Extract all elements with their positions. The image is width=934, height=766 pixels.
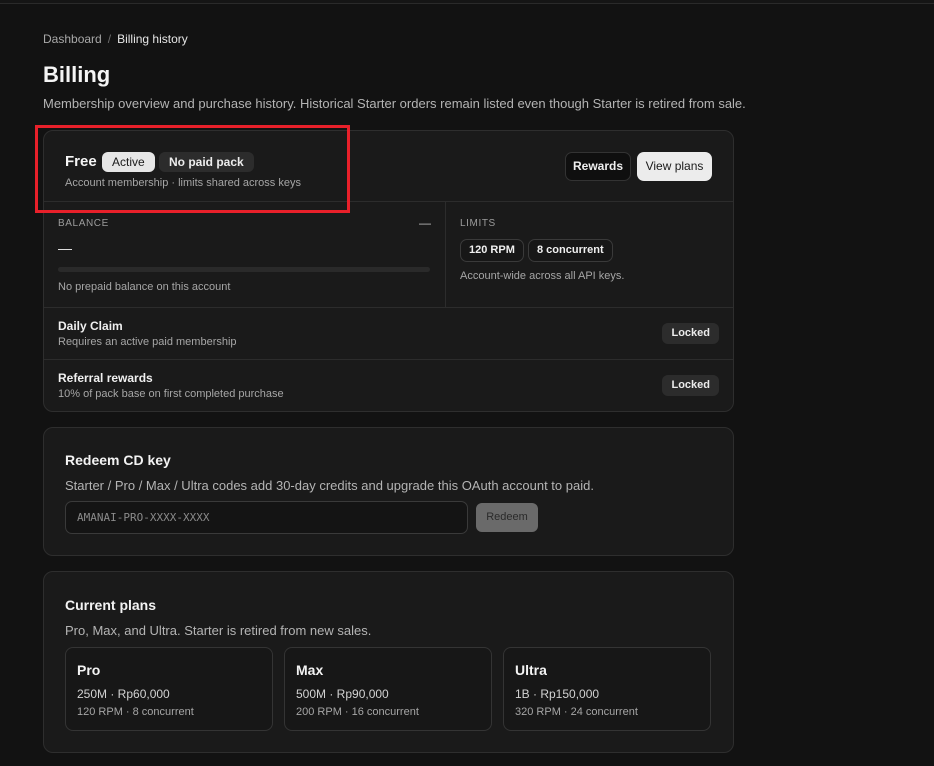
billing-page: Dashboard / Billing history Billing Member… xyxy=(43,32,746,112)
highlight-box xyxy=(35,125,350,213)
referral-rewards-subtitle: 10% of pack base on first completed purc… xyxy=(58,388,284,400)
redeem-button[interactable]: Redeem xyxy=(476,503,538,532)
plan-price: 250M · Rp60,000 xyxy=(77,687,170,701)
cd-key-input[interactable] xyxy=(65,501,468,534)
redeem-card: Redeem CD key Starter / Pro / Max / Ultr… xyxy=(43,427,734,556)
referral-rewards-locked-badge: Locked xyxy=(662,375,719,396)
balance-progress-bar xyxy=(58,267,430,272)
plan-limits: 320 RPM · 24 concurrent xyxy=(515,706,638,718)
view-plans-button[interactable]: View plans xyxy=(637,152,712,181)
daily-claim-locked-badge: Locked xyxy=(662,323,719,344)
current-plans-description: Pro, Max, and Ultra. Starter is retired … xyxy=(65,623,372,638)
concurrent-badge: 8 concurrent xyxy=(528,239,613,262)
plan-name: Pro xyxy=(77,662,101,678)
current-plans-card: Current plans Pro, Max, and Ultra. Start… xyxy=(43,571,734,753)
breadcrumb: Dashboard / Billing history xyxy=(43,32,734,46)
balance-label: BALANCE xyxy=(58,218,109,229)
daily-claim-row: Daily Claim Requires an active paid memb… xyxy=(44,308,733,360)
redeem-description: Starter / Pro / Max / Ultra codes add 30… xyxy=(65,478,594,493)
plan-name: Max xyxy=(296,662,324,678)
plan-card-ultra[interactable]: Ultra 1B · Rp150,000 320 RPM · 24 concur… xyxy=(503,647,711,731)
page-title: Billing xyxy=(43,62,111,87)
redeem-title: Redeem CD key xyxy=(65,452,171,468)
plan-card-pro[interactable]: Pro 250M · Rp60,000 120 RPM · 8 concurre… xyxy=(65,647,273,731)
plan-limits: 200 RPM · 16 concurrent xyxy=(296,706,419,718)
limits-label: LIMITS xyxy=(460,218,496,229)
balance-panel: BALANCE — — No prepaid balance on this a… xyxy=(44,202,446,308)
current-plans-title: Current plans xyxy=(65,597,157,613)
balance-value: — xyxy=(58,240,72,256)
plan-card-max[interactable]: Max 500M · Rp90,000 200 RPM · 16 concurr… xyxy=(284,647,492,731)
daily-claim-title: Daily Claim xyxy=(58,319,123,333)
breadcrumb-current: Billing history xyxy=(117,32,188,46)
breadcrumb-dashboard-link[interactable]: Dashboard xyxy=(43,32,102,46)
limits-note: Account-wide across all API keys. xyxy=(460,270,625,282)
limits-panel: LIMITS 120 RPM 8 concurrent Account-wide… xyxy=(446,202,733,308)
referral-rewards-title: Referral rewards xyxy=(58,371,153,385)
daily-claim-subtitle: Requires an active paid membership xyxy=(58,336,237,348)
balance-right-value: — xyxy=(419,216,431,230)
rewards-button[interactable]: Rewards xyxy=(565,152,631,181)
plan-name: Ultra xyxy=(515,662,547,678)
plan-price: 500M · Rp90,000 xyxy=(296,687,389,701)
breadcrumb-separator: / xyxy=(107,32,112,46)
rpm-badge: 120 RPM xyxy=(460,239,524,262)
referral-rewards-row: Referral rewards 10% of pack base on fir… xyxy=(44,360,733,411)
plan-limits: 120 RPM · 8 concurrent xyxy=(77,706,194,718)
plan-price: 1B · Rp150,000 xyxy=(515,687,600,701)
balance-note: No prepaid balance on this account xyxy=(58,281,231,293)
top-border xyxy=(0,0,934,4)
page-subtitle: Membership overview and purchase history… xyxy=(43,96,746,111)
